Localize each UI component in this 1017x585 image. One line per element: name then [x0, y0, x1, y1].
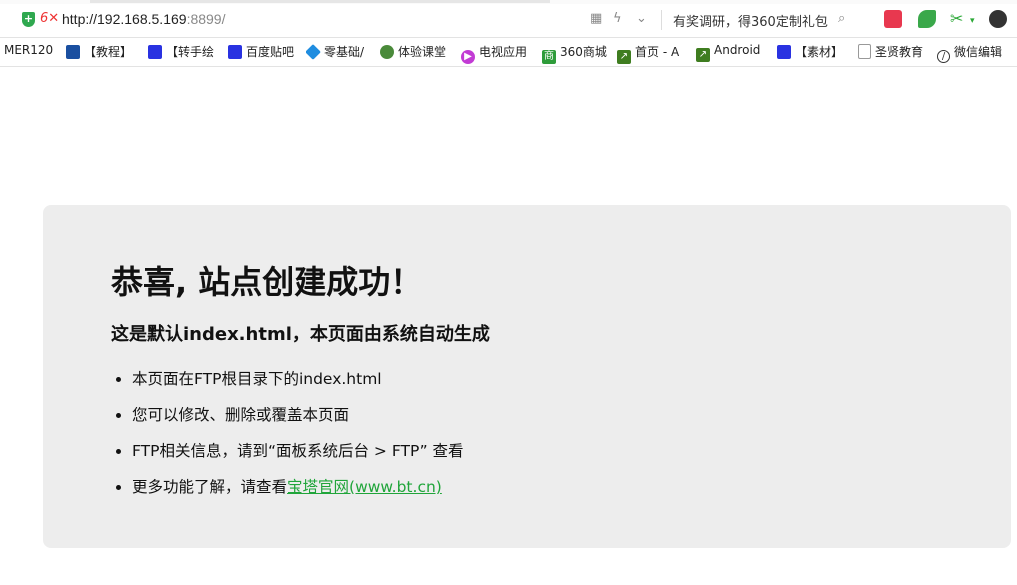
bookmark-item[interactable]: ▶ 电视应用: [461, 43, 531, 64]
list-item: FTP相关信息，请到“面板系统后台 > FTP” 查看: [132, 439, 464, 475]
promo-text[interactable]: 有奖调研，得360定制礼包: [673, 11, 833, 30]
page-icon: [858, 44, 871, 59]
bookmark-item[interactable]: 零基础/: [306, 43, 370, 60]
paw-icon: [228, 45, 242, 59]
lightning-icon[interactable]: ϟ: [613, 11, 622, 26]
cloud-icon[interactable]: [989, 10, 1007, 28]
shop-icon: 商: [542, 50, 556, 64]
bookmark-item[interactable]: ↗ 首页 - A: [617, 43, 685, 64]
arrow-icon: ↗: [617, 50, 631, 64]
bookmark-item[interactable]: MER120: [4, 43, 56, 57]
scissors-dropdown-icon[interactable]: ▾: [970, 16, 975, 26]
bookmark-item[interactable]: 体验课堂: [380, 43, 450, 60]
bookmark-item[interactable]: 商 360商城: [542, 43, 612, 64]
list-item: 更多功能了解，请查看宝塔官网(www.bt.cn): [132, 475, 464, 511]
bookmark-item[interactable]: 【转手绘: [148, 43, 218, 60]
scissors-icon[interactable]: ✂: [950, 9, 963, 28]
bookmark-item[interactable]: ↗ Android: [696, 43, 766, 62]
url-text[interactable]: http://192.168.5.169:8899/: [62, 11, 226, 27]
security-shield-icon[interactable]: +: [22, 12, 35, 27]
info-list: 本页面在FTP根目录下的index.html 您可以修改、删除或覆盖本页面 FT…: [111, 367, 464, 511]
not-secure-icon[interactable]: 6✕: [40, 11, 59, 26]
content-card: 恭喜, 站点创建成功！ 这是默认index.html，本页面由系统自动生成 本页…: [43, 205, 1011, 548]
list-item: 您可以修改、删除或覆盖本页面: [132, 403, 464, 439]
arrow-icon: ↗: [696, 48, 710, 62]
tree-icon: [380, 45, 394, 59]
list-item-text: 更多功能了解，请查看: [132, 478, 288, 496]
diamond-icon: [306, 44, 321, 60]
paw-icon: [148, 45, 162, 59]
bt-official-link[interactable]: 宝塔官网(www.bt.cn): [287, 478, 442, 496]
chevron-down-icon[interactable]: ⌄: [636, 11, 647, 26]
play-icon: ▶: [461, 50, 475, 64]
bookmark-item[interactable]: 百度贴吧: [228, 43, 298, 60]
address-bar[interactable]: + 6✕ http://192.168.5.169:8899/ ▦ ϟ ⌄ 有奖…: [0, 4, 1017, 38]
bookmark-item[interactable]: 【教程】: [66, 43, 136, 60]
bookmark-item[interactable]: 圣贤教育: [858, 43, 926, 60]
list-item: 本页面在FTP根目录下的index.html: [132, 367, 464, 403]
bookmark-item[interactable]: 【素材】: [777, 43, 847, 60]
divider: [661, 10, 662, 30]
paw-icon: [777, 45, 791, 59]
bookmark-icon: [66, 45, 80, 59]
search-icon[interactable]: ⌕: [838, 11, 845, 26]
ext-red-icon[interactable]: [884, 10, 902, 28]
page-subtitle: 这是默认index.html，本页面由系统自动生成: [111, 324, 490, 345]
bookmark-item[interactable]: / 微信编辑: [937, 43, 1015, 63]
page-title: 恭喜, 站点创建成功！: [111, 263, 423, 301]
slash-icon: /: [937, 50, 950, 63]
tab-background[interactable]: [90, 0, 550, 3]
bookmarks-bar: MER120 【教程】 【转手绘 百度贴吧 零基础/ 体验课堂 ▶ 电视应用 商3…: [0, 38, 1017, 67]
qr-code-icon[interactable]: ▦: [590, 11, 602, 26]
leaf-icon[interactable]: [918, 10, 936, 28]
